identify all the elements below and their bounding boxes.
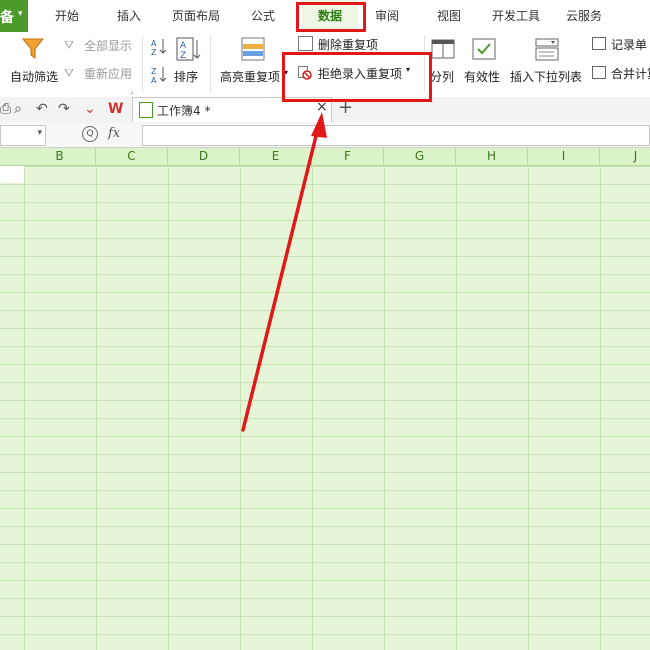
highlight-box-reject-duplicates bbox=[282, 52, 432, 102]
sort-descending-icon: ZA bbox=[151, 67, 167, 85]
show-all-label: 全部显示 bbox=[84, 39, 133, 53]
column-header-g[interactable]: G bbox=[384, 148, 456, 165]
tab-page-layout[interactable]: 页面布局 bbox=[168, 0, 224, 32]
record-form-label: 记录单 bbox=[611, 38, 648, 52]
split-column-button[interactable]: 分列 bbox=[428, 34, 458, 90]
highlight-duplicates-button[interactable]: 高亮重复项 ▾ bbox=[218, 34, 290, 90]
insert-dropdown-list-label: 插入下拉列表 bbox=[510, 70, 583, 84]
app-menu-button[interactable]: 备 ▾ bbox=[0, 0, 28, 32]
column-header-row: B C D E F G H I J bbox=[0, 148, 650, 166]
customize-quick-access-icon[interactable]: ⌄ bbox=[84, 101, 96, 117]
auto-filter-button[interactable]: 自动筛选 bbox=[6, 34, 62, 90]
reapply-button[interactable]: ⛛ 重新应用 bbox=[64, 64, 138, 82]
column-header-e[interactable]: E bbox=[240, 148, 312, 165]
divider bbox=[142, 36, 143, 92]
svg-text:Z: Z bbox=[180, 51, 186, 61]
tab-view[interactable]: 视图 bbox=[430, 0, 468, 32]
highlight-grid-icon bbox=[241, 37, 265, 61]
formula-bar: ▾ Q fx bbox=[0, 123, 650, 148]
column-header-d[interactable]: D bbox=[168, 148, 240, 165]
record-form-button[interactable]: 记录单 bbox=[590, 35, 650, 53]
chevron-down-icon: ▾ bbox=[37, 128, 42, 138]
column-header-f[interactable]: F bbox=[312, 148, 384, 165]
highlight-duplicates-label: 高亮重复项 bbox=[220, 70, 281, 84]
zoom-icon[interactable]: Q bbox=[82, 126, 98, 142]
tab-formula[interactable]: 公式 bbox=[244, 0, 282, 32]
checkmark-icon bbox=[472, 38, 496, 60]
tab-home[interactable]: 开始 bbox=[48, 0, 86, 32]
record-form-icon bbox=[592, 37, 606, 50]
tab-cloud[interactable]: 云服务 bbox=[560, 0, 608, 32]
validity-label: 有效性 bbox=[464, 70, 501, 84]
sort-descending-button[interactable]: ZA bbox=[150, 64, 168, 85]
show-all-button[interactable]: ⛛ 全部显示 bbox=[64, 36, 138, 54]
svg-text:A: A bbox=[151, 39, 157, 48]
highlight-box-data-tab bbox=[296, 2, 366, 32]
validity-button[interactable]: 有效性 bbox=[464, 34, 506, 90]
print-icon[interactable]: ⎙ bbox=[0, 101, 11, 117]
dropdown-list-icon bbox=[535, 38, 559, 61]
svg-text:Z: Z bbox=[151, 48, 157, 56]
split-column-label: 分列 bbox=[430, 70, 455, 84]
wps-logo-icon[interactable]: W bbox=[108, 101, 123, 117]
consolidate-button[interactable]: 合并计算 bbox=[590, 64, 650, 82]
reapply-label: 重新应用 bbox=[84, 67, 133, 81]
name-box[interactable]: ▾ bbox=[0, 125, 46, 146]
formula-input[interactable] bbox=[142, 125, 650, 146]
column-header-h[interactable]: H bbox=[456, 148, 528, 165]
sort-button[interactable]: AZ 排序 bbox=[172, 34, 204, 90]
redo-icon[interactable]: ↷ bbox=[58, 101, 70, 117]
document-tab-title: 工作簿4 * bbox=[157, 104, 211, 118]
tab-developer[interactable]: 开发工具 bbox=[488, 0, 544, 32]
print-preview-icon[interactable]: ⌕ bbox=[14, 101, 22, 117]
sort-label: 排序 bbox=[174, 70, 199, 84]
divider bbox=[210, 36, 211, 92]
filter-clear-icon: ⛛ bbox=[64, 38, 75, 52]
column-header-b[interactable]: B bbox=[24, 148, 96, 165]
tab-review[interactable]: 审阅 bbox=[368, 0, 406, 32]
consolidate-label: 合并计算 bbox=[611, 67, 650, 81]
active-cell[interactable] bbox=[0, 166, 25, 183]
delete-duplicates-label: 删除重复项 bbox=[318, 38, 379, 52]
auto-filter-label: 自动筛选 bbox=[10, 70, 59, 84]
tab-insert[interactable]: 插入 bbox=[110, 0, 148, 32]
column-header-i[interactable]: I bbox=[528, 148, 600, 165]
app-menu-label: 备 bbox=[0, 10, 14, 26]
delete-duplicates-icon bbox=[298, 36, 313, 51]
delete-duplicates-button[interactable]: 删除重复项 bbox=[298, 35, 382, 53]
insert-dropdown-list-button[interactable]: 插入下拉列表 bbox=[510, 34, 586, 90]
svg-text:A: A bbox=[180, 41, 187, 51]
chevron-down-icon: ▾ bbox=[18, 9, 23, 19]
dialog-launcher-icon[interactable]: ⌟ bbox=[130, 86, 134, 95]
split-column-icon bbox=[431, 39, 455, 59]
sort-ascending-icon: AZ bbox=[151, 39, 167, 57]
filter-refresh-icon: ⛛ bbox=[64, 66, 75, 80]
filter-icon bbox=[21, 38, 45, 59]
svg-text:Z: Z bbox=[151, 67, 157, 76]
sort-icon: AZ bbox=[176, 37, 201, 61]
function-icon[interactable]: fx bbox=[108, 126, 120, 141]
column-header-j[interactable]: J bbox=[600, 148, 650, 165]
svg-text:A: A bbox=[151, 76, 157, 84]
undo-icon[interactable]: ↶ bbox=[36, 101, 48, 117]
workbook-icon bbox=[139, 102, 153, 118]
column-header-c[interactable]: C bbox=[96, 148, 168, 165]
sort-ascending-button[interactable]: AZ bbox=[150, 36, 168, 57]
consolidate-icon bbox=[592, 66, 606, 79]
spreadsheet-grid[interactable] bbox=[0, 166, 650, 650]
